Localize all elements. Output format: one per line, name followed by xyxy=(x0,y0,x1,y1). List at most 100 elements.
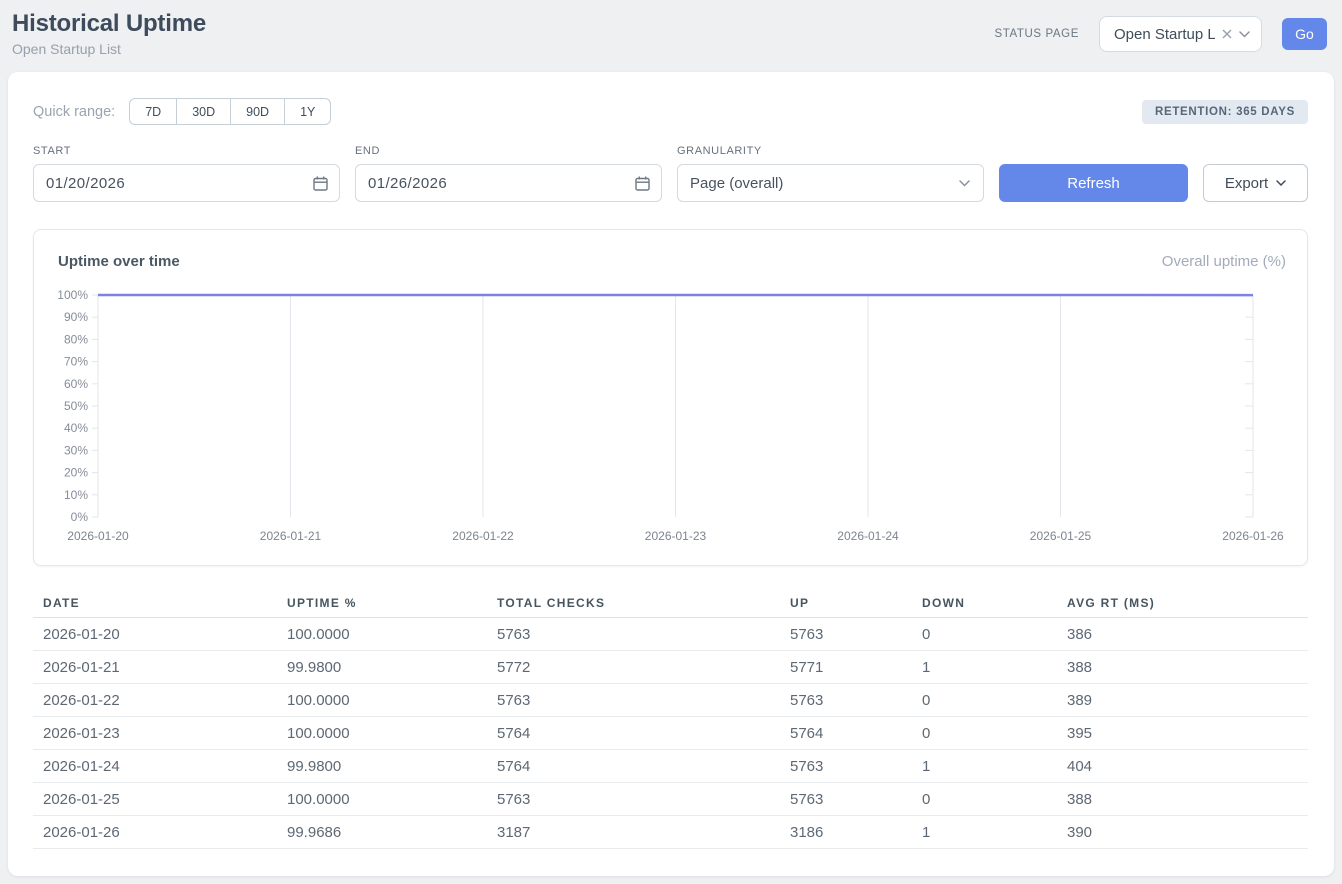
table-row: 2026-01-23100.0000576457640395 xyxy=(33,717,1308,750)
chart-ytick-label: 0% xyxy=(71,510,89,524)
controls-row: START END GRANULARITY Page (overall) xyxy=(33,145,1308,202)
refresh-button[interactable]: Refresh xyxy=(999,164,1188,202)
start-date-label: START xyxy=(33,145,340,157)
quick-range-label: Quick range: xyxy=(33,104,115,120)
table-cell: 395 xyxy=(1067,725,1298,742)
chart-header: Uptime over time Overall uptime (%) xyxy=(58,250,1286,272)
go-button[interactable]: Go xyxy=(1282,18,1327,50)
chart-ytick-label: 50% xyxy=(64,399,88,413)
chart-ytick-label: 100% xyxy=(58,288,88,302)
calendar-icon[interactable] xyxy=(312,175,329,192)
chart-ytick-label: 70% xyxy=(64,355,88,369)
table-cell: 2026-01-24 xyxy=(43,758,287,775)
table-column-header: DOWN xyxy=(922,596,1067,610)
export-button[interactable]: Export xyxy=(1203,164,1308,202)
table-cell: 404 xyxy=(1067,758,1298,775)
chart-ytick-label: 60% xyxy=(64,377,88,391)
quick-range-button-7d[interactable]: 7D xyxy=(129,98,177,125)
chevron-down-icon xyxy=(1239,31,1250,38)
table-cell: 1 xyxy=(922,659,1067,676)
granularity-selected-value: Page (overall) xyxy=(690,175,783,192)
table-cell: 390 xyxy=(1067,824,1298,841)
table-cell: 386 xyxy=(1067,626,1298,643)
table-body: 2026-01-20100.00005763576303862026-01-21… xyxy=(33,618,1308,849)
table-cell: 1 xyxy=(922,824,1067,841)
table-cell: 388 xyxy=(1067,791,1298,808)
quick-range-button-group: 7D30D90D1Y xyxy=(129,98,331,125)
table-cell: 5764 xyxy=(497,758,790,775)
table-cell: 5763 xyxy=(790,692,922,709)
table-cell: 100.0000 xyxy=(287,791,497,808)
status-page-label: STATUS PAGE xyxy=(994,28,1079,40)
table-row: 2026-01-2499.9800576457631404 xyxy=(33,750,1308,783)
chart-ytick-label: 80% xyxy=(64,332,88,346)
table-cell: 5763 xyxy=(790,791,922,808)
table-header-row: DATEUPTIME %TOTAL CHECKSUPDOWNAVG RT (MS… xyxy=(33,589,1308,618)
chart-xtick-label: 2026-01-24 xyxy=(837,529,899,543)
quick-range-button-30d[interactable]: 30D xyxy=(176,98,231,125)
table-cell: 389 xyxy=(1067,692,1298,709)
chart-xtick-label: 2026-01-21 xyxy=(260,529,322,543)
table-cell: 99.9686 xyxy=(287,824,497,841)
table-cell: 2026-01-23 xyxy=(43,725,287,742)
chart-ytick-label: 90% xyxy=(64,310,88,324)
granularity-label: GRANULARITY xyxy=(677,145,984,157)
start-date-field: START xyxy=(33,145,340,202)
page-header: Historical Uptime Open Startup List STAT… xyxy=(0,0,1342,72)
table-cell: 5771 xyxy=(790,659,922,676)
table-cell: 0 xyxy=(922,791,1067,808)
table-cell: 2026-01-21 xyxy=(43,659,287,676)
end-date-label: END xyxy=(355,145,662,157)
uptime-table: DATEUPTIME %TOTAL CHECKSUPDOWNAVG RT (MS… xyxy=(33,589,1308,849)
main-card: Quick range: 7D30D90D1Y RETENTION: 365 D… xyxy=(8,72,1334,876)
start-date-input[interactable] xyxy=(34,175,339,192)
clear-icon[interactable] xyxy=(1222,29,1232,39)
table-column-header: TOTAL CHECKS xyxy=(497,596,790,610)
chart-xtick-label: 2026-01-20 xyxy=(67,529,129,543)
table-cell: 2026-01-26 xyxy=(43,824,287,841)
header-controls: STATUS PAGE Open Startup List Go xyxy=(994,16,1327,52)
uptime-line-chart: 0%10%20%30%40%50%60%70%80%90%100%2026-01… xyxy=(58,282,1288,554)
chart-xtick-label: 2026-01-26 xyxy=(1222,529,1284,543)
table-cell: 5763 xyxy=(790,626,922,643)
table-cell: 0 xyxy=(922,626,1067,643)
table-column-header: DATE xyxy=(43,596,287,610)
table-cell: 99.9800 xyxy=(287,758,497,775)
quick-range-button-90d[interactable]: 90D xyxy=(230,98,285,125)
chart-legend: Overall uptime (%) xyxy=(1162,253,1286,270)
granularity-select[interactable]: Page (overall) xyxy=(677,164,984,202)
table-cell: 3187 xyxy=(497,824,790,841)
end-date-field: END xyxy=(355,145,662,202)
page-title: Historical Uptime xyxy=(12,10,206,38)
table-column-header: UPTIME % xyxy=(287,596,497,610)
table-cell: 1 xyxy=(922,758,1067,775)
table-column-header: AVG RT (MS) xyxy=(1067,596,1298,610)
table-column-header: UP xyxy=(790,596,922,610)
table-cell: 2026-01-20 xyxy=(43,626,287,643)
status-page-select[interactable]: Open Startup List xyxy=(1099,16,1262,52)
table-cell: 0 xyxy=(922,692,1067,709)
table-cell: 3186 xyxy=(790,824,922,841)
table-cell: 0 xyxy=(922,725,1067,742)
granularity-field: GRANULARITY Page (overall) xyxy=(677,145,984,202)
table-cell: 5763 xyxy=(790,758,922,775)
start-date-input-box xyxy=(33,164,340,202)
chart-xtick-label: 2026-01-22 xyxy=(452,529,514,543)
chevron-down-icon xyxy=(1276,180,1286,186)
calendar-icon[interactable] xyxy=(634,175,651,192)
table-row: 2026-01-2199.9800577257711388 xyxy=(33,651,1308,684)
table-cell: 5764 xyxy=(790,725,922,742)
quick-range-button-1y[interactable]: 1Y xyxy=(284,98,331,125)
retention-badge: RETENTION: 365 DAYS xyxy=(1142,100,1308,124)
table-cell: 100.0000 xyxy=(287,626,497,643)
chart-card: Uptime over time Overall uptime (%) 0% 10… xyxy=(33,229,1308,566)
table-cell: 5763 xyxy=(497,626,790,643)
table-row: 2026-01-20100.0000576357630386 xyxy=(33,618,1308,651)
table-cell: 388 xyxy=(1067,659,1298,676)
chart-xtick-label: 2026-01-25 xyxy=(1030,529,1092,543)
end-date-input[interactable] xyxy=(356,175,661,192)
table-cell: 99.9800 xyxy=(287,659,497,676)
chart-xtick-label: 2026-01-23 xyxy=(645,529,707,543)
table-cell: 5763 xyxy=(497,791,790,808)
export-button-label: Export xyxy=(1225,175,1268,192)
